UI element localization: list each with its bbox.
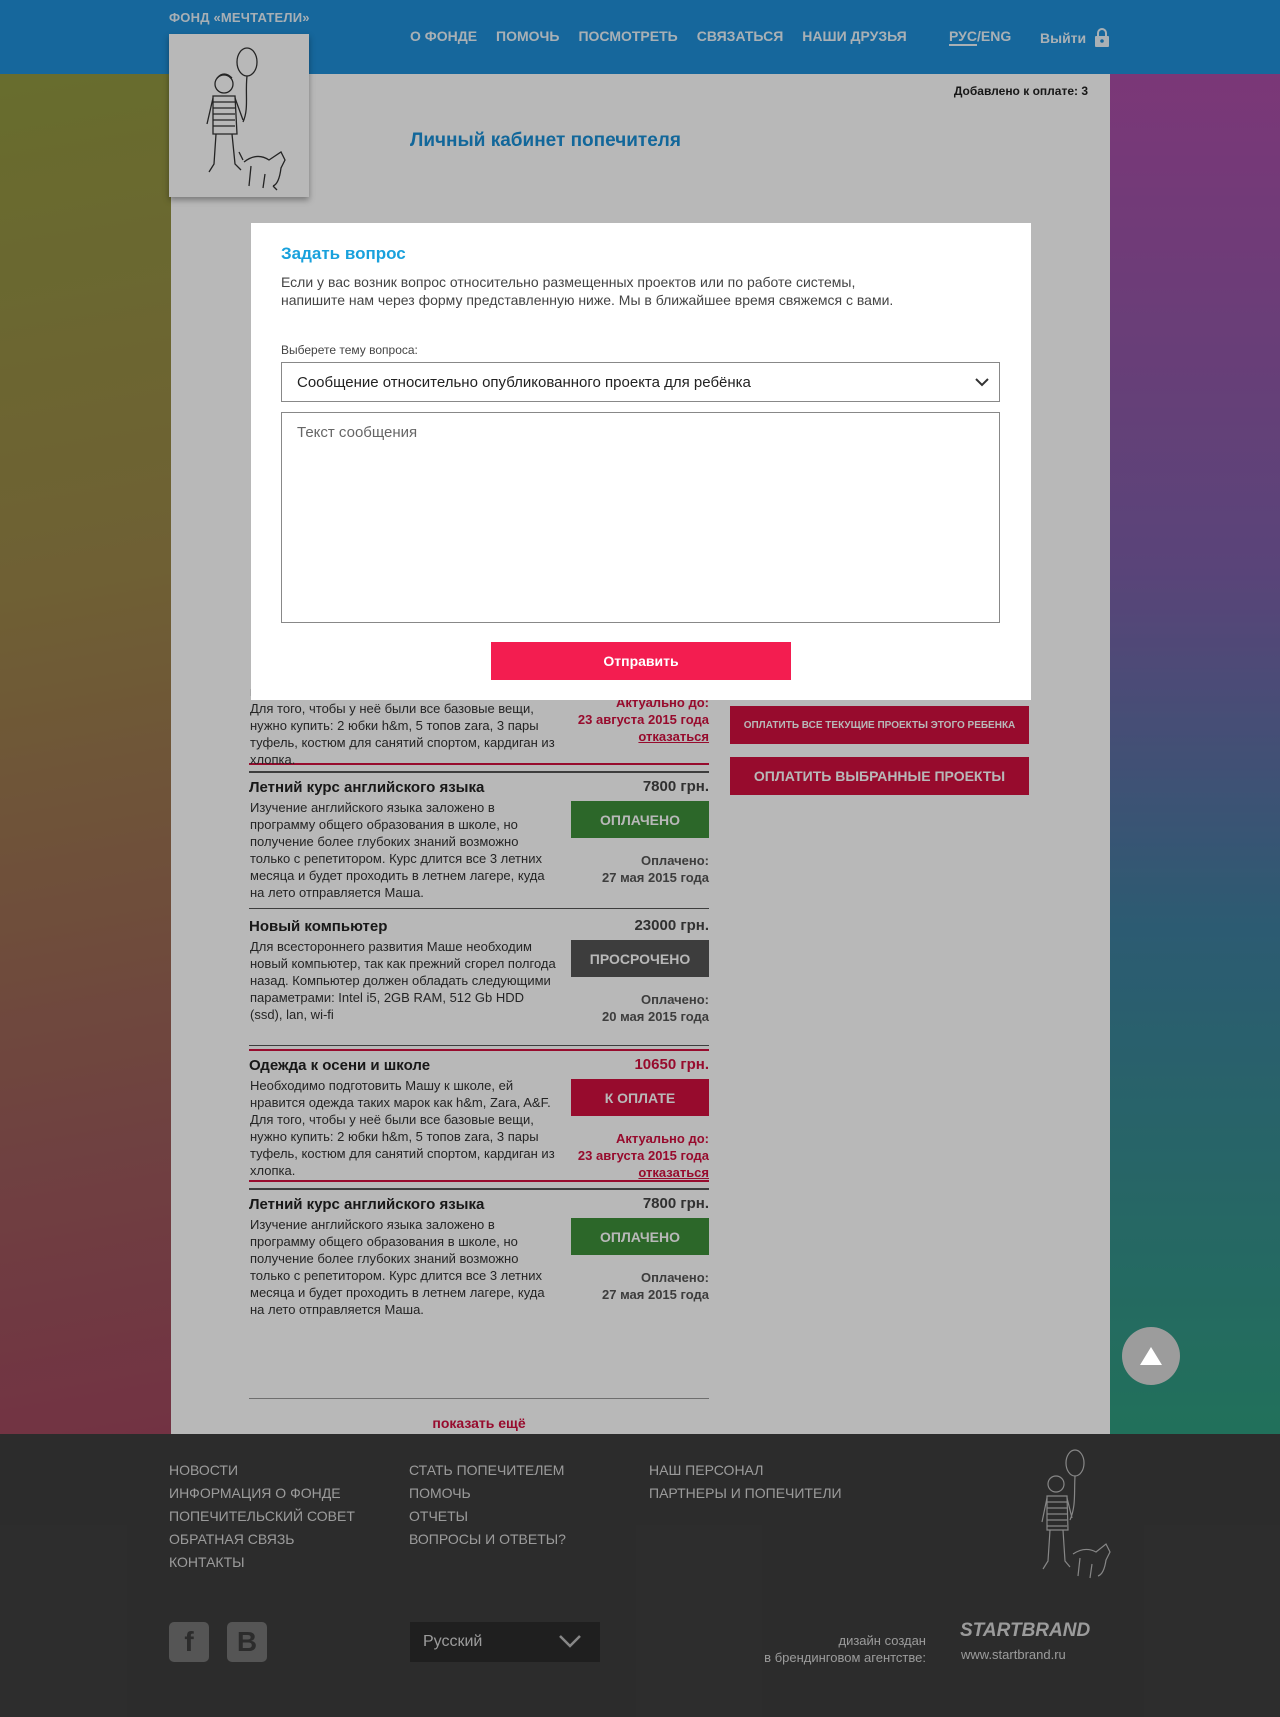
- topic-select-value: Сообщение относительно опубликованного п…: [297, 373, 751, 391]
- message-textarea[interactable]: [281, 412, 1000, 623]
- topic-select[interactable]: Сообщение относительно опубликованного п…: [281, 362, 1000, 402]
- send-button[interactable]: Отправить: [491, 642, 791, 680]
- chevron-down-icon: [975, 378, 989, 387]
- arrow-up-icon: [1140, 1347, 1162, 1365]
- modal-description: Если у вас возник вопрос относительно ра…: [281, 274, 894, 308]
- scroll-to-top-button[interactable]: [1122, 1327, 1180, 1385]
- modal-title: Задать вопрос: [281, 244, 406, 263]
- ask-question-modal: Задать вопрос Если у вас возник вопрос о…: [251, 223, 1031, 700]
- topic-label: Выберете тему вопроса:: [281, 343, 418, 357]
